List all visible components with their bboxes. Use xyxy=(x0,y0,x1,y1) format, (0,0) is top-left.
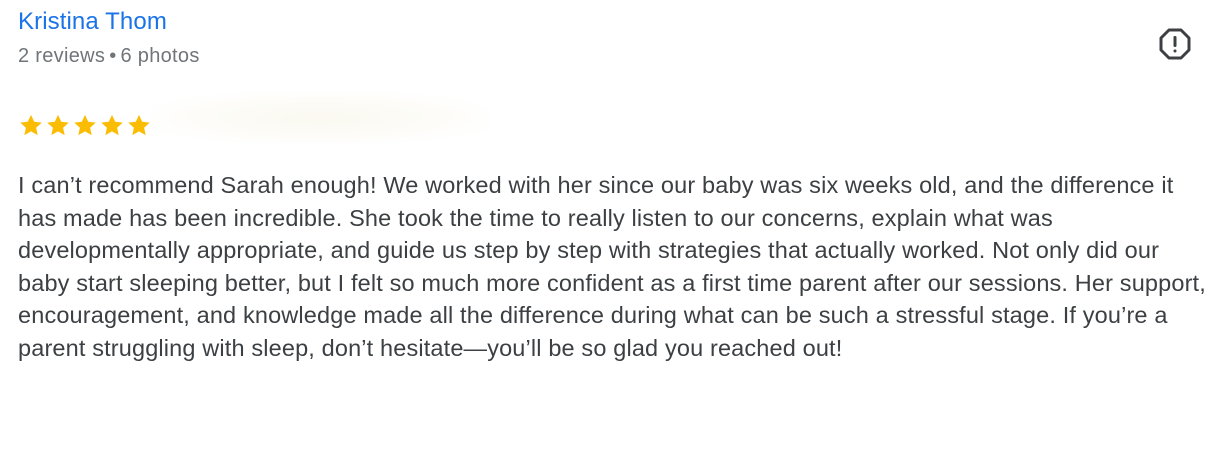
report-button[interactable] xyxy=(1158,27,1192,61)
photo-count: 6 photos xyxy=(120,45,200,67)
star-rating xyxy=(18,113,152,138)
star-icon xyxy=(128,114,150,136)
meta-separator: • xyxy=(109,45,117,67)
review-text: I can’t recommend Sarah enough! We worke… xyxy=(18,172,1206,361)
reviewer-name-link[interactable]: Kristina Thom xyxy=(18,6,167,38)
review-count: 2 reviews xyxy=(18,45,106,67)
star-icon xyxy=(20,114,42,136)
blurred-date-area xyxy=(150,92,490,144)
reviewer-meta: 2 reviews • 6 photos xyxy=(18,43,1213,69)
star-icon xyxy=(47,114,69,136)
star-icon xyxy=(101,114,123,136)
star-icon xyxy=(74,114,96,136)
report-flag-icon xyxy=(1159,28,1191,60)
review-card: Kristina Thom 2 reviews • 6 photos xyxy=(18,6,1213,69)
